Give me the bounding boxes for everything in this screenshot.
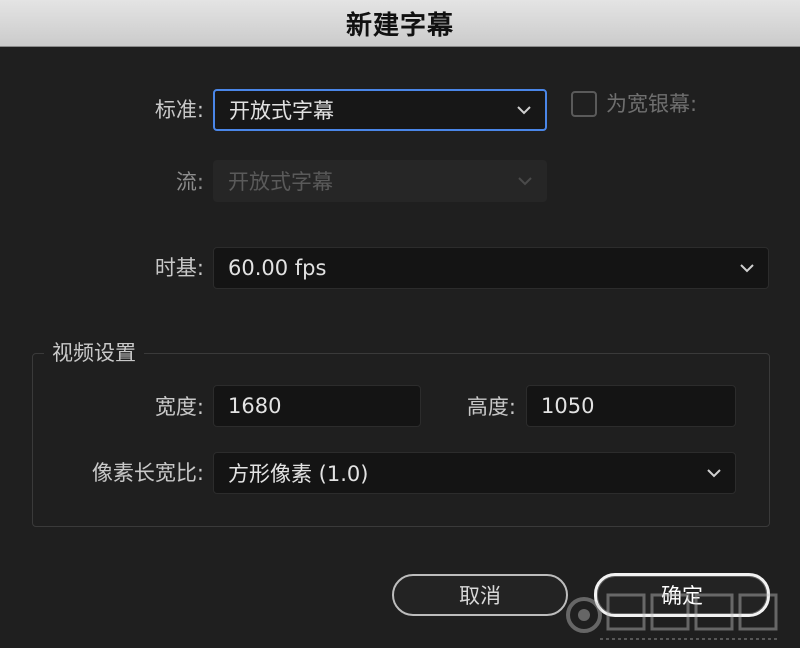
height-label: 高度: [466, 395, 516, 419]
timebase-select-value: 60.00 fps [228, 256, 327, 280]
height-value: 1050 [541, 394, 595, 418]
stream-select-value: 开放式字幕 [228, 170, 333, 194]
standard-select-value: 开放式字幕 [229, 99, 334, 123]
height-input[interactable]: 1050 [526, 385, 736, 427]
pixel-aspect-select[interactable]: 方形像素 (1.0) [213, 452, 736, 494]
pixel-aspect-label: 像素长宽比: [91, 461, 204, 485]
pixel-aspect-value: 方形像素 (1.0) [228, 462, 369, 486]
stream-label: 流: [175, 170, 204, 194]
video-settings-group [32, 353, 770, 527]
site-watermark-logo [566, 593, 780, 640]
title-bar: 新建字幕 [0, 0, 800, 47]
chevron-down-icon [517, 106, 531, 115]
stream-select: 开放式字幕 [213, 160, 547, 202]
video-settings-title: 视频设置 [44, 339, 144, 367]
new-caption-dialog: 标准: 开放式字幕 为宽银幕: 流: 开放式字幕 时基: 60.00 fps 视… [0, 47, 800, 648]
width-label: 宽度: [154, 395, 204, 419]
standard-label: 标准: [154, 98, 204, 122]
widescreen-label: 为宽银幕: [606, 92, 698, 116]
chevron-down-icon [707, 469, 721, 478]
standard-select[interactable]: 开放式字幕 [213, 89, 547, 131]
width-value: 1680 [228, 394, 282, 418]
chevron-down-icon [518, 177, 532, 186]
cancel-button[interactable]: 取消 [392, 574, 568, 616]
timebase-label: 时基: [154, 256, 204, 280]
window-title: 新建字幕 [345, 10, 454, 41]
widescreen-checkbox[interactable] [571, 91, 597, 117]
timebase-select[interactable]: 60.00 fps [213, 247, 769, 289]
chevron-down-icon [740, 264, 754, 273]
width-input[interactable]: 1680 [213, 385, 421, 427]
